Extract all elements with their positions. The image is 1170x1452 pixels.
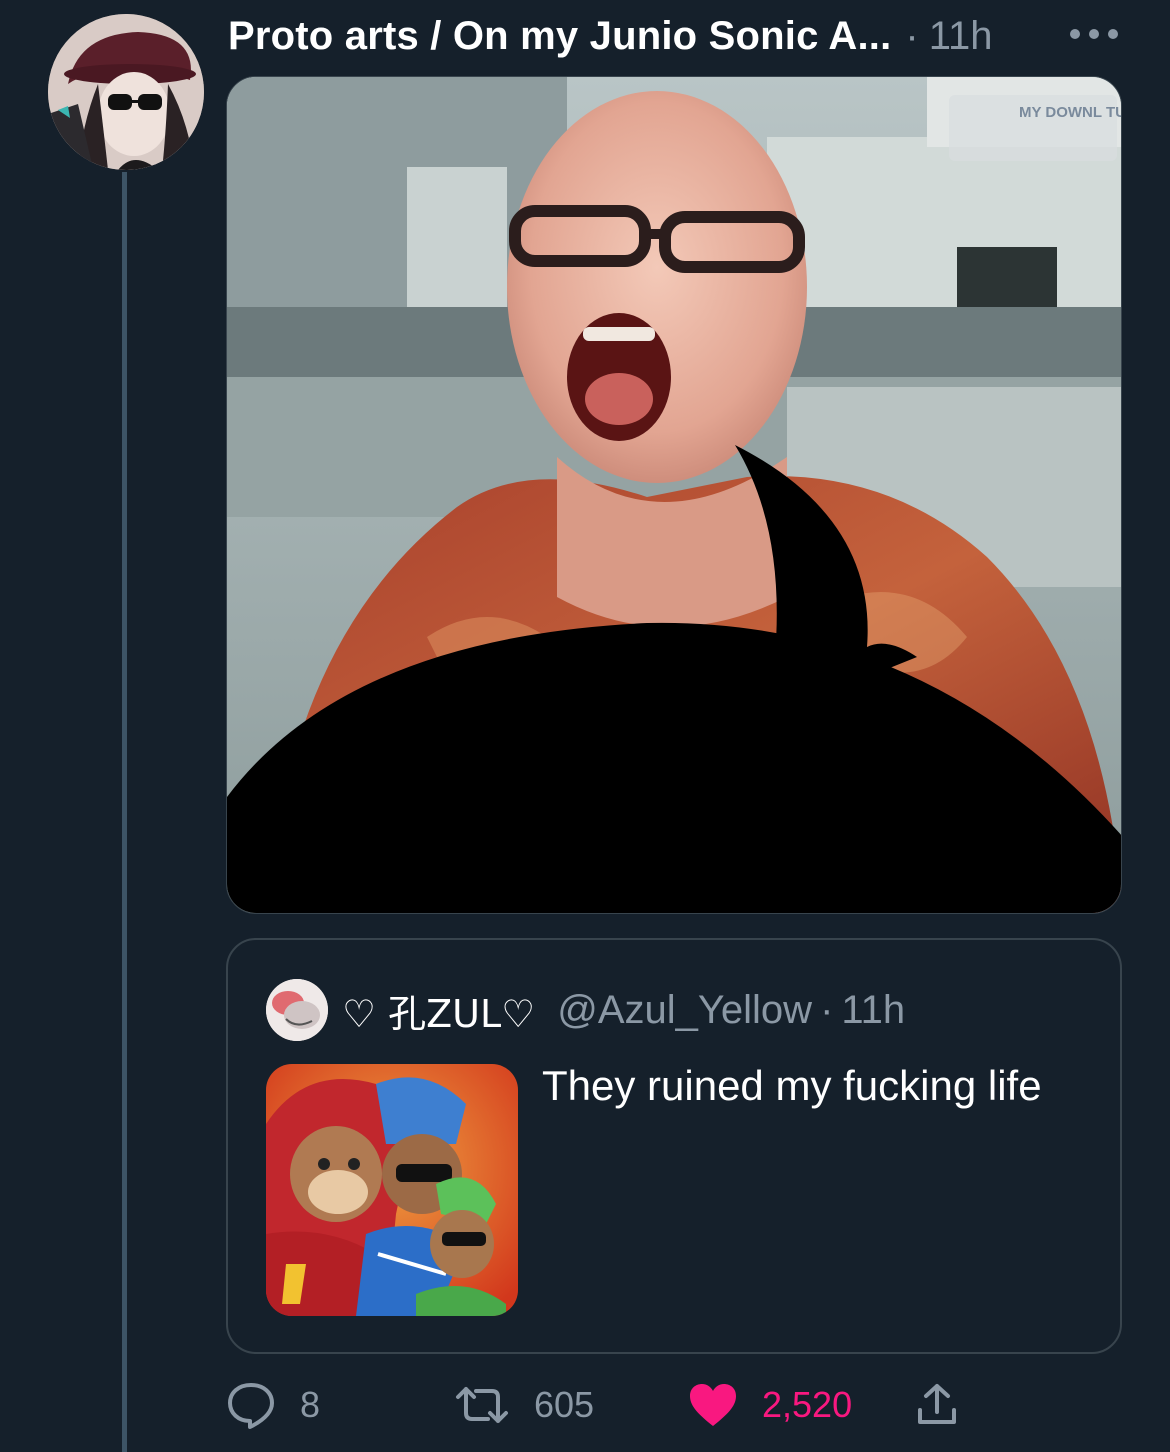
reply-icon <box>228 1383 274 1429</box>
more-dots-icon[interactable] <box>1070 22 1118 46</box>
avatar-picture <box>48 14 204 170</box>
thread-line <box>122 172 127 1452</box>
quote-text: They ruined my fucking life <box>542 1062 1042 1109</box>
tweet-actions: 8 605 2,520 <box>226 1370 986 1440</box>
author-avatar[interactable] <box>48 14 204 170</box>
author-name[interactable]: Proto arts / On my Junio Sonic A... <box>228 8 891 64</box>
quote-avatar[interactable] <box>266 979 328 1041</box>
media-watermark: MY DOWNL TUBE <box>1019 104 1122 121</box>
quote-header: ♡ 孔ZUL♡ @Azul_Yellow · 11h <box>266 979 905 1041</box>
tweet-header: Proto arts / On my Junio Sonic A... · 11… <box>228 8 993 64</box>
quote-author-handle[interactable]: @Azul_Yellow <box>557 988 812 1033</box>
reply-button[interactable]: 8 <box>226 1370 320 1440</box>
quote-separator: · <box>820 987 834 1032</box>
media-image: MY DOWNL TUBE <box>227 77 1122 913</box>
tweet-time[interactable]: 11h <box>929 8 993 64</box>
retweet-button[interactable]: 605 <box>454 1370 594 1440</box>
quote-avatar-picture <box>266 979 328 1041</box>
retweet-icon <box>456 1387 508 1423</box>
tweet-media[interactable]: MY DOWNL TUBE <box>226 76 1122 914</box>
dot <box>1070 29 1080 39</box>
retweet-count: 605 <box>534 1384 595 1425</box>
quoted-tweet[interactable]: ♡ 孔ZUL♡ @Azul_Yellow · 11h They ruined m… <box>226 938 1122 1354</box>
header-separator: · <box>905 14 919 58</box>
quote-author-name[interactable]: ♡ 孔ZUL♡ <box>342 983 535 1038</box>
dot <box>1108 29 1118 39</box>
quote-time[interactable]: 11h <box>841 988 905 1033</box>
like-count: 2,520 <box>762 1384 853 1425</box>
like-button[interactable]: 2,520 <box>688 1370 852 1440</box>
share-icon <box>918 1384 956 1424</box>
reply-count: 8 <box>300 1384 321 1425</box>
quote-media-picture <box>266 1064 518 1316</box>
heart-icon <box>690 1384 736 1426</box>
dot <box>1089 29 1099 39</box>
share-button[interactable] <box>914 1370 960 1440</box>
tweet-page: Proto arts / On my Junio Sonic A... · 11… <box>0 0 1170 1452</box>
quote-media[interactable] <box>266 1064 518 1316</box>
